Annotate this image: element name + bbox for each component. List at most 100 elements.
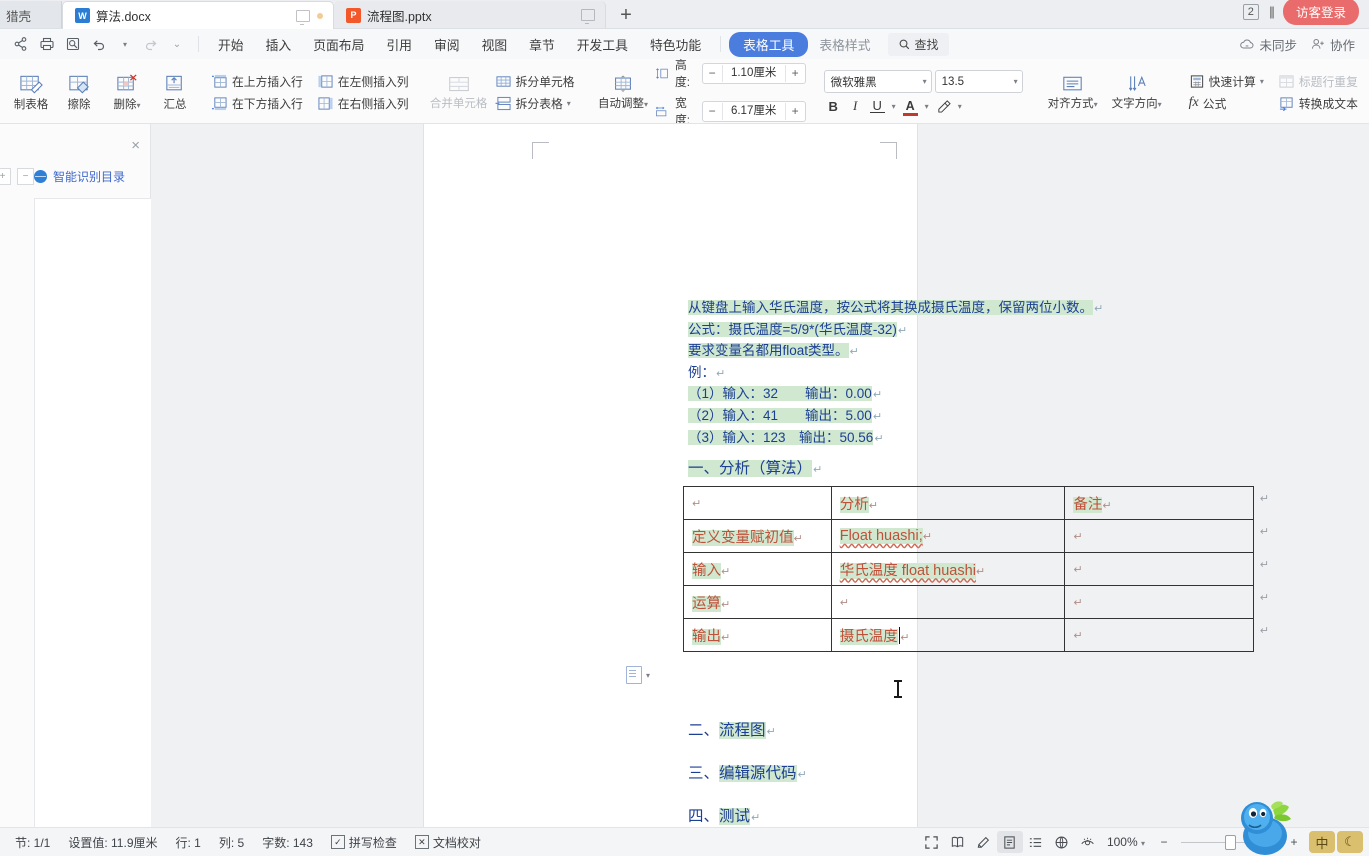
- table-cell[interactable]: 分析↵: [831, 487, 1065, 520]
- menu-item-page-layout[interactable]: 页面布局: [302, 32, 375, 57]
- menu-item-dev-tools[interactable]: 开发工具: [566, 32, 639, 57]
- row-height-increase[interactable]: +: [786, 65, 805, 82]
- convert-to-text-button[interactable]: 转换成文本: [1276, 94, 1360, 113]
- print-preview-icon[interactable]: [60, 32, 86, 56]
- status-col[interactable]: 列: 5: [210, 834, 253, 851]
- split-cells-button[interactable]: 拆分单元格: [493, 72, 577, 91]
- formula-button[interactable]: fx 公式: [1187, 94, 1266, 113]
- table-cell[interactable]: 输入↵: [684, 553, 832, 586]
- underline-button[interactable]: U: [870, 99, 885, 113]
- window-list-icon[interactable]: |||: [1269, 4, 1273, 19]
- present-icon[interactable]: [296, 10, 310, 22]
- bold-button[interactable]: B: [826, 99, 841, 114]
- chevron-down-icon[interactable]: ▾: [646, 671, 650, 680]
- collaborate-button[interactable]: 协作: [1310, 35, 1355, 54]
- zoom-slider[interactable]: [1181, 831, 1277, 853]
- font-color-caret-icon[interactable]: ▾: [925, 102, 929, 111]
- table-cell[interactable]: 输出↵: [684, 619, 832, 652]
- text-direction-button[interactable]: 文字方向▾: [1105, 61, 1169, 123]
- ime-language-button[interactable]: 中: [1309, 831, 1335, 853]
- table-row[interactable]: 运算↵ ↵ ↵↵: [684, 586, 1254, 619]
- merge-cells-button[interactable]: 合并单元格: [429, 61, 489, 123]
- menu-item-table-styles[interactable]: 表格样式: [808, 32, 881, 57]
- menu-item-section[interactable]: 章节: [518, 32, 566, 57]
- edit-mode-icon[interactable]: [971, 831, 997, 853]
- read-mode-icon[interactable]: [945, 831, 971, 853]
- zoom-level-button[interactable]: 100% ▾: [1101, 835, 1151, 849]
- row-height-value[interactable]: 1.10厘米: [722, 65, 786, 82]
- sync-status-button[interactable]: 未同步: [1239, 35, 1297, 54]
- status-proofread[interactable]: ✕ 文档校对: [406, 834, 490, 851]
- highlight-caret-icon[interactable]: ▾: [958, 102, 962, 111]
- table-row[interactable]: ↵ 分析↵ 备注↵↵: [684, 487, 1254, 520]
- tab-flowchart-pptx[interactable]: P 流程图.pptx: [334, 1, 606, 29]
- table-cell[interactable]: ↵: [831, 586, 1065, 619]
- menu-item-review[interactable]: 审阅: [423, 32, 471, 57]
- tab-partial[interactable]: 猎壳: [0, 1, 62, 29]
- insert-col-right-button[interactable]: 在右侧插入列: [315, 94, 411, 113]
- nav-content-panel[interactable]: [34, 198, 151, 827]
- table-cell[interactable]: ↵↵: [1065, 586, 1254, 619]
- paste-options-button[interactable]: ▾: [626, 666, 650, 684]
- find-button[interactable]: 查找: [888, 33, 949, 56]
- undo-caret-icon[interactable]: ▾: [112, 32, 138, 56]
- zoom-in-button[interactable]: +: [1281, 831, 1307, 853]
- guest-login-button[interactable]: 访客登录: [1283, 0, 1359, 25]
- window-count-badge[interactable]: 2: [1243, 4, 1259, 20]
- share-icon[interactable]: [8, 32, 34, 56]
- table-cell[interactable]: ↵: [684, 487, 832, 520]
- status-section[interactable]: 节: 1/1: [6, 834, 59, 851]
- insert-col-left-button[interactable]: 在左侧插入列: [315, 72, 411, 91]
- row-height-spinner[interactable]: − 1.10厘米 +: [702, 63, 806, 84]
- table-cell[interactable]: 华氏温度 float huashi↵: [831, 553, 1065, 586]
- redo-icon[interactable]: [138, 32, 164, 56]
- document-scroll-area[interactable]: 从键盘上输入华氏温度，按公式将其换成摄氏温度，保留两位小数。↵ 公式：摄氏温度=…: [151, 124, 1369, 827]
- web-mode-icon[interactable]: [1049, 831, 1075, 853]
- font-color-button[interactable]: A: [903, 99, 918, 113]
- document-outline-sections[interactable]: 二、流程图↵ 三、编辑源代码↵ 四、测试↵ 五、提交↵ 六、分析与总结↵: [688, 710, 807, 827]
- table-cell[interactable]: 备注↵↵: [1065, 487, 1254, 520]
- insert-row-below-button[interactable]: 在下方插入行: [209, 94, 305, 113]
- menu-item-view[interactable]: 视图: [471, 32, 519, 57]
- summary-button[interactable]: 汇总: [151, 61, 199, 123]
- quick-calc-button[interactable]: 快速计算 ▾: [1187, 72, 1266, 91]
- present-icon[interactable]: [581, 9, 595, 21]
- new-tab-button[interactable]: +: [606, 1, 646, 29]
- table-row[interactable]: 输出↵ 摄氏温度↵ ↵↵: [684, 619, 1254, 652]
- col-width-decrease[interactable]: −: [703, 103, 722, 120]
- font-family-select[interactable]: 微软雅黑 ▾: [824, 70, 932, 93]
- eye-protect-icon[interactable]: [1075, 831, 1101, 853]
- menu-item-reference[interactable]: 引用: [375, 32, 423, 57]
- status-word-count[interactable]: 字数: 143: [253, 834, 322, 851]
- delete-table-button[interactable]: 删除▾: [103, 61, 151, 123]
- col-width-spinner[interactable]: − 6.17厘米 +: [702, 101, 806, 122]
- menu-item-insert[interactable]: 插入: [255, 32, 303, 57]
- nav-collapse-button[interactable]: −: [17, 168, 34, 185]
- tab-algorithm-docx[interactable]: W 算法.docx: [62, 1, 334, 29]
- repeat-header-button[interactable]: 标题行重复: [1276, 72, 1360, 91]
- table-row[interactable]: 输入↵ 华氏温度 float huashi↵ ↵↵: [684, 553, 1254, 586]
- table-cell[interactable]: ↵↵: [1065, 619, 1254, 652]
- status-spellcheck[interactable]: ✓ 拼写检查: [322, 834, 406, 851]
- table-row[interactable]: 定义变量赋初值↵ Float huashi;↵ ↵↵: [684, 520, 1254, 553]
- undo-icon[interactable]: [86, 32, 112, 56]
- table-cell[interactable]: Float huashi;↵: [831, 520, 1065, 553]
- zoom-out-button[interactable]: −: [1151, 831, 1177, 853]
- table-cell[interactable]: 定义变量赋初值↵: [684, 520, 832, 553]
- document-paragraphs[interactable]: 从键盘上输入华氏温度，按公式将其换成摄氏温度，保留两位小数。↵ 公式：摄氏温度=…: [688, 298, 1288, 481]
- customize-toolbar-icon[interactable]: ⌄: [164, 32, 190, 56]
- table-cell-active[interactable]: 摄氏温度↵: [831, 619, 1065, 652]
- table-cell[interactable]: ↵↵: [1065, 553, 1254, 586]
- smart-toc-button[interactable]: 智能识别目录: [34, 168, 125, 185]
- underline-caret-icon[interactable]: ▾: [892, 102, 896, 111]
- insert-row-above-button[interactable]: 在上方插入行: [209, 72, 305, 91]
- nav-expand-button[interactable]: +: [0, 168, 11, 185]
- menu-item-features[interactable]: 特色功能: [639, 32, 712, 57]
- align-button[interactable]: 对齐方式▾: [1041, 61, 1105, 123]
- highlight-button[interactable]: [936, 99, 951, 113]
- row-height-decrease[interactable]: −: [703, 65, 722, 82]
- menu-item-start[interactable]: 开始: [207, 32, 255, 57]
- analysis-table[interactable]: ↵ 分析↵ 备注↵↵ 定义变量赋初值↵ Float huashi;↵ ↵↵ 输入…: [683, 486, 1254, 652]
- close-icon[interactable]: ×: [131, 138, 140, 153]
- zoom-slider-knob[interactable]: [1225, 835, 1236, 850]
